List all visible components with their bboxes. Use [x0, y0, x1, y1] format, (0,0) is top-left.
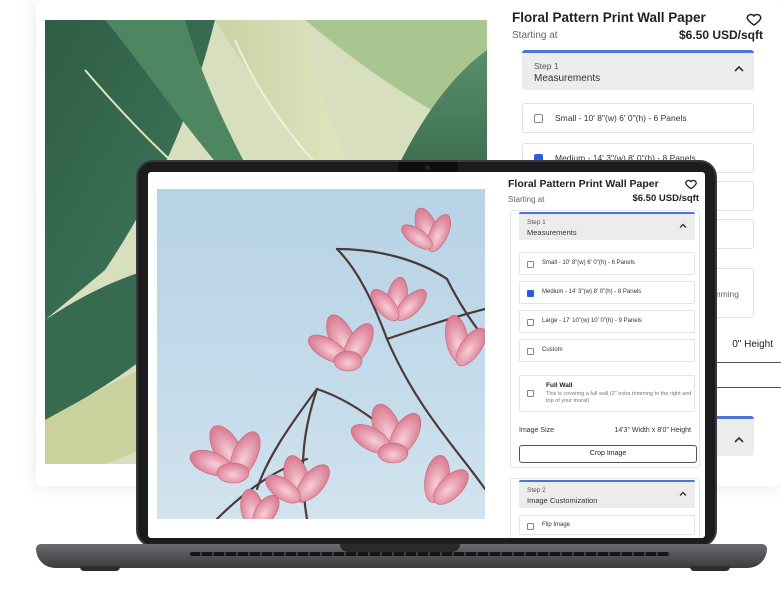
heart-icon[interactable]: [745, 10, 763, 28]
option-label: Custom: [542, 347, 563, 353]
chevron-up-icon[interactable]: [679, 222, 687, 231]
option-large[interactable]: Large - 17' 10"(w) 10' 0"(h) - 9 Panels: [519, 310, 695, 333]
chevron-up-icon[interactable]: [734, 431, 744, 449]
image-size-value: 14'3" Width x 8'0" Height: [614, 427, 691, 434]
laptop-screen-bezel: Floral Pattern Print Wall Paper Starting…: [136, 160, 717, 547]
flip-label: Flip Image: [542, 522, 571, 528]
step-2-card: Step 2 Image Customization Flip Image: [510, 478, 700, 538]
step-1-header[interactable]: Step 1 Measurements: [519, 212, 695, 240]
image-size-label: Image Size: [519, 427, 555, 434]
keyboard-strip: [190, 552, 670, 556]
laptop-foot-right: [690, 566, 730, 571]
option-label: Small - 10' 8"(w) 6' 0"(h) - 6 Panels: [555, 113, 687, 123]
checkbox[interactable]: [527, 348, 534, 355]
option-small[interactable]: Small - 10' 8"(w) 6' 0"(h) - 6 Panels: [519, 252, 695, 275]
option-label: Large - 17' 10"(w) 10' 0"(h) - 9 Panels: [542, 318, 642, 324]
option-flip-image[interactable]: Flip Image: [519, 515, 695, 535]
image-size-fragment: 0" Height: [732, 339, 773, 350]
magnolia-photo: [157, 189, 485, 519]
checkbox[interactable]: [527, 390, 534, 397]
product-title: Floral Pattern Print Wall Paper: [508, 178, 659, 190]
chevron-up-icon[interactable]: [679, 490, 687, 499]
checkbox[interactable]: [527, 319, 534, 326]
step-title: Measurements: [527, 228, 577, 237]
option-label: Medium - 14' 3"(w) 8' 0"(h) - 8 Panels: [542, 289, 642, 295]
laptop-display: Floral Pattern Print Wall Paper Starting…: [148, 172, 705, 538]
checkbox[interactable]: [534, 114, 543, 123]
step-kicker: Step 1: [527, 219, 546, 226]
laptop-foot-left: [80, 566, 120, 571]
option-medium[interactable]: Medium - 14' 3"(w) 8' 0"(h) - 8 Panels: [519, 281, 695, 304]
step-kicker: Step 1: [534, 61, 559, 71]
trimming-text-fragment: mming: [713, 289, 739, 299]
step-kicker: Step 2: [527, 487, 546, 494]
step-1-card: Step 1 Measurements Small - 10' 8"(w) 6'…: [510, 210, 700, 468]
heart-icon[interactable]: [684, 177, 698, 191]
step-title: Image Customization: [527, 496, 598, 505]
step-title: Measurements: [534, 73, 601, 84]
option-small[interactable]: Small - 10' 8"(w) 6' 0"(h) - 6 Panels: [522, 103, 754, 133]
option-custom[interactable]: Custom: [519, 339, 695, 362]
option-full-wall[interactable]: Full Wall This is covering a full wall (…: [519, 375, 695, 412]
laptop-base: [36, 544, 767, 568]
starting-at-label: Starting at: [512, 30, 558, 41]
camera-icon: [425, 165, 430, 170]
full-wall-description: This is covering a full wall (2" extra t…: [546, 391, 692, 404]
starting-at-label: Starting at: [508, 195, 545, 204]
magnolia-image: [189, 207, 485, 519]
checkbox[interactable]: [527, 523, 534, 530]
checkbox-checked[interactable]: [527, 290, 534, 297]
checkbox[interactable]: [527, 261, 534, 268]
option-label: Small - 10' 8"(w) 6' 0"(h) - 6 Panels: [542, 260, 635, 266]
product-price: $6.50 USD/sqft: [632, 193, 699, 204]
chevron-up-icon[interactable]: [734, 65, 744, 76]
full-wall-title: Full Wall: [546, 382, 573, 389]
lid-opening-notch: [340, 544, 460, 552]
screen-product-panel: Floral Pattern Print Wall Paper Starting…: [508, 172, 705, 538]
step-2-header[interactable]: Step 2 Image Customization: [519, 480, 695, 508]
crop-image-button[interactable]: Crop Image: [519, 445, 697, 463]
product-price: $6.50 USD/sqft: [678, 28, 763, 42]
step-1-header[interactable]: Step 1 Measurements: [522, 50, 754, 90]
product-title: Floral Pattern Print Wall Paper: [512, 10, 706, 25]
